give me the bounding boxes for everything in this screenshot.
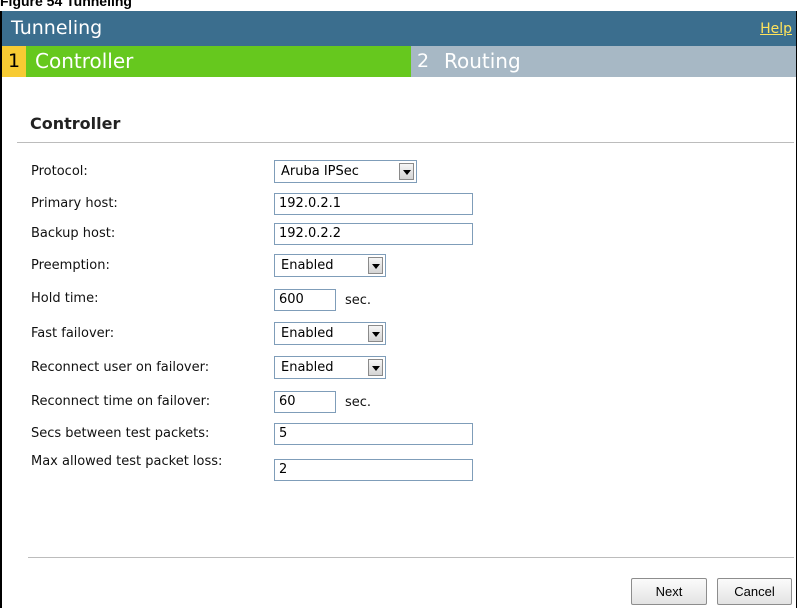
help-link[interactable]: Help [760,21,792,37]
primary-host-label: Primary host: [31,196,118,211]
reconnect-time-unit: sec. [345,395,372,410]
dialog-titlebar: Tunneling Help [2,11,796,46]
primary-host-input[interactable]: 192.0.2.1 [274,193,473,215]
secs-between-input[interactable]: 5 [274,423,473,445]
max-loss-input[interactable]: 2 [274,459,473,481]
step-number: 1 [2,46,26,77]
step-controller[interactable]: 1 Controller [2,46,411,77]
cancel-button[interactable]: Cancel [717,578,792,605]
hold-time-input[interactable]: 600 [274,289,336,311]
step-label: Controller [26,46,411,77]
chevron-down-icon[interactable] [368,359,383,376]
chevron-down-icon[interactable] [368,257,383,274]
backup-host-input[interactable]: 192.0.2.2 [274,223,473,245]
dialog-title: Tunneling [11,17,103,39]
section-title: Controller [30,114,121,133]
reconnect-time-label: Reconnect time on failover: [31,394,211,409]
figure-caption: Figure 54 Tunneling [0,0,132,9]
protocol-select[interactable]: Aruba IPSec [274,160,417,183]
footer-divider [28,557,794,558]
chevron-down-icon[interactable] [368,325,383,342]
protocol-value: Aruba IPSec [281,164,359,179]
preemption-value: Enabled [281,258,334,273]
tunneling-dialog: Tunneling Help 1 Controller 2 Routing Co… [0,11,797,608]
hold-time-unit: sec. [345,293,372,308]
reconnect-user-label: Reconnect user on failover: [31,360,210,375]
reconnect-user-value: Enabled [281,360,334,375]
preemption-select[interactable]: Enabled [274,254,386,277]
reconnect-user-select[interactable]: Enabled [274,356,386,379]
fast-failover-select[interactable]: Enabled [274,322,386,345]
secs-between-label: Secs between test packets: [31,426,210,441]
step-number: 2 [411,46,435,77]
fast-failover-label: Fast failover: [31,326,115,341]
reconnect-time-input[interactable]: 60 [274,391,336,413]
step-label: Routing [435,46,795,77]
protocol-label: Protocol: [31,164,88,179]
hold-time-label: Hold time: [31,291,99,306]
max-loss-label: Max allowed test packet loss: [31,454,223,469]
step-routing[interactable]: 2 Routing [411,46,796,77]
chevron-down-icon[interactable] [399,163,414,180]
backup-host-label: Backup host: [31,226,116,241]
next-button[interactable]: Next [631,578,707,605]
section-divider [17,142,794,143]
fast-failover-value: Enabled [281,326,334,341]
preemption-label: Preemption: [31,258,110,273]
wizard-steps: 1 Controller 2 Routing [2,46,796,77]
